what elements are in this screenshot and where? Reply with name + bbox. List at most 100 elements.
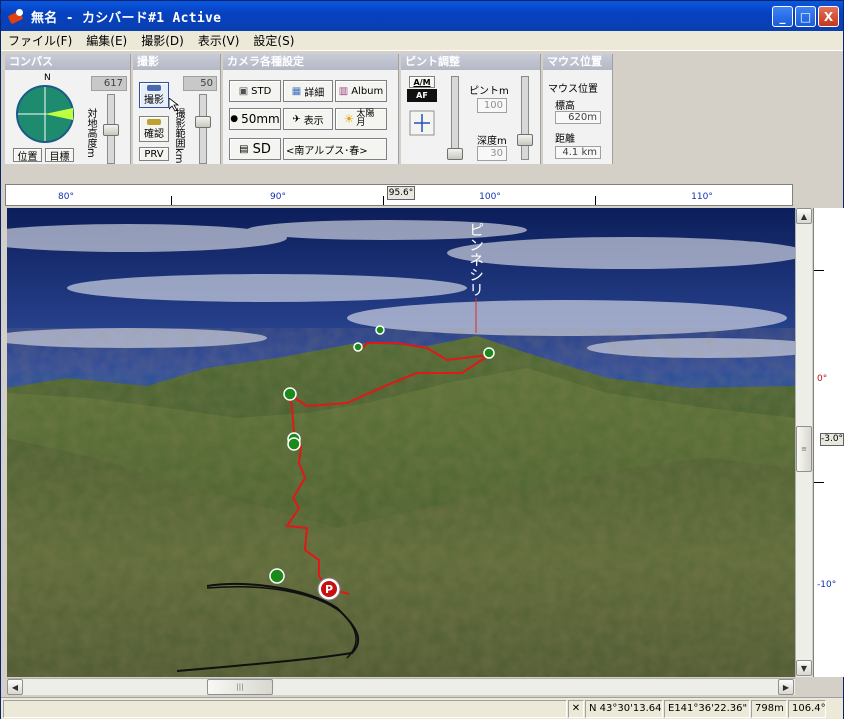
album-icon: ▥ (338, 85, 349, 97)
scroll-left-button[interactable]: ◀ (7, 679, 23, 695)
am-toggle[interactable]: A/M (409, 76, 435, 88)
status-elevation: 798m (751, 700, 787, 718)
detail-icon: ▦ (291, 85, 302, 97)
title-bar[interactable]: 無名 - カシバード#1 Active _ □ X (1, 1, 843, 31)
azimuth-ruler[interactable]: 80° 90° 95.6° 100° 110° (5, 184, 793, 206)
app-icon (7, 7, 25, 25)
prv-button[interactable]: PRV (139, 147, 169, 161)
menu-shoot[interactable]: 撮影(D) (134, 32, 191, 49)
af-indicator: AF (407, 89, 437, 102)
display-button[interactable]: ✈ 表示 (283, 108, 333, 130)
depth-value[interactable]: 30 (477, 146, 507, 161)
maximize-button[interactable]: □ (795, 6, 816, 27)
sun-moon-button[interactable]: ☀ 太陽月 (335, 108, 387, 130)
waypoint[interactable] (287, 437, 301, 451)
waypoint[interactable] (375, 325, 385, 335)
camera-small-icon: ▣ (238, 85, 249, 97)
ruler-label-80: 80° (58, 192, 74, 202)
vertical-scrollbar[interactable]: ▲ ≡ ▼ (795, 208, 812, 677)
ruler-tick (595, 196, 596, 205)
depth-slider-track[interactable] (521, 76, 529, 160)
scroll-right-button[interactable]: ▶ (778, 679, 794, 695)
focus-target-icon[interactable] (409, 110, 435, 136)
menu-file[interactable]: ファイル(F) (1, 32, 79, 49)
shoot-button[interactable]: 撮影 (139, 82, 169, 108)
album-button-label: Album (351, 85, 384, 97)
menu-settings[interactable]: 設定(S) (246, 32, 301, 49)
altitude-slider-thumb[interactable] (103, 124, 119, 136)
waypoint[interactable] (483, 347, 495, 359)
waypoint[interactable] (269, 568, 285, 584)
display-button-label: 表示 (303, 115, 324, 127)
scroll-up-button[interactable]: ▲ (796, 208, 812, 224)
ruler-tick (383, 196, 384, 205)
status-close-icon[interactable]: ✕ (568, 700, 584, 718)
compass-dial[interactable] (15, 84, 75, 144)
elevation-label: 標高 (555, 101, 575, 112)
camera-panel-title: カメラ各種設定 (223, 54, 398, 70)
pitch-tick (814, 270, 824, 271)
parking-marker[interactable]: P (317, 577, 341, 601)
window-title: 無名 - カシバード#1 Active (31, 10, 222, 26)
depth-label: 深度m (477, 136, 507, 147)
depth-slider-thumb[interactable] (517, 134, 533, 146)
sd-button[interactable]: ▤ SD (229, 138, 281, 160)
status-main-cell (3, 700, 567, 718)
pitch-label-minus10: -10° (817, 580, 837, 590)
terrain-scene[interactable]: ピンネシリ P (7, 208, 795, 677)
focus-slider-thumb[interactable] (447, 148, 463, 160)
close-button[interactable]: X (818, 6, 839, 27)
mouse-heading: マウス位置 (548, 84, 598, 95)
pitch-label-0: 0° (817, 374, 828, 384)
std-button[interactable]: ▣ STD (229, 80, 281, 102)
sun-icon: ☀ (343, 112, 355, 126)
album-button[interactable]: ▥ Album (335, 80, 387, 102)
range-slider-thumb[interactable] (195, 116, 211, 128)
main-window: 無名 - カシバード#1 Active _ □ X ファイル(F) 編集(E) … (0, 0, 844, 719)
pitch-tick (814, 482, 824, 483)
ruler-label-90: 90° (270, 192, 286, 202)
vertical-scroll-thumb[interactable]: ≡ (796, 426, 812, 472)
pitch-current-marker: -3.0° (820, 433, 844, 446)
range-slider-track[interactable] (199, 94, 207, 164)
focus-value[interactable]: 100 (477, 98, 507, 113)
target-button[interactable]: 目標 (45, 148, 74, 163)
lens-icon: ● (230, 114, 239, 124)
menu-view[interactable]: 表示(V) (191, 32, 247, 49)
distance-label: 距離 (555, 134, 575, 145)
waypoint[interactable] (283, 387, 297, 401)
status-bearing: 106.4° (788, 700, 826, 718)
sun-moon-button-label: 太陽月 (356, 109, 375, 128)
toolbar: コンパス N 位置 目標 617 対地高度m 撮影 撮影 確認 PRV 50 撮… (1, 52, 843, 166)
altitude-label: 対地高度m (85, 108, 96, 158)
focus-panel: ピント調整 A/M AF ピントm 100 深度m 30 (401, 54, 541, 164)
scroll-down-button[interactable]: ▼ (796, 660, 812, 676)
peak-label: ピンネシリ (467, 222, 485, 297)
display-icon: ✈ (292, 113, 301, 125)
parking-label: P (325, 583, 333, 596)
ruler-tick (171, 196, 172, 205)
status-longitude: E141°36'22.36" (664, 700, 750, 718)
mouse-panel: マウス位置 マウス位置 標高 620m 距離 4.1 km (543, 54, 613, 164)
mouse-panel-title: マウス位置 (543, 54, 612, 70)
waypoint[interactable] (353, 342, 363, 352)
shoot-panel: 撮影 撮影 確認 PRV 50 撮影範囲km (133, 54, 221, 164)
season-selector[interactable]: <南アルプス･春> (283, 138, 387, 160)
altitude-value: 617 (91, 76, 127, 91)
position-button[interactable]: 位置 (13, 148, 42, 163)
confirm-button-label: 確認 (144, 128, 164, 140)
detail-button[interactable]: ▦ 詳細 (283, 80, 333, 102)
confirm-button[interactable]: 確認 (139, 116, 169, 142)
terrain-viewport[interactable]: ピンネシリ P (7, 208, 795, 677)
camera-panel: カメラ各種設定 ▣ STD ▦ 詳細 ▥ Album ● 50mm ✈ 表示 ☀ 太陽月 ▤… (223, 54, 399, 164)
shoot-panel-title: 撮影 (133, 54, 220, 70)
horizontal-scrollbar[interactable]: ◀ ||| ▶ (7, 678, 795, 695)
pitch-ruler[interactable]: 0° -3.0° -10° (813, 208, 844, 677)
horizontal-scroll-thumb[interactable]: ||| (207, 679, 273, 695)
lens-button-label: 50mm (241, 112, 280, 126)
focus-panel-title: ピント調整 (401, 54, 540, 70)
lens-button[interactable]: ● 50mm (229, 108, 281, 130)
sd-card-icon: ▤ (239, 143, 249, 155)
menu-edit[interactable]: 編集(E) (79, 32, 134, 49)
minimize-button[interactable]: _ (772, 6, 793, 27)
